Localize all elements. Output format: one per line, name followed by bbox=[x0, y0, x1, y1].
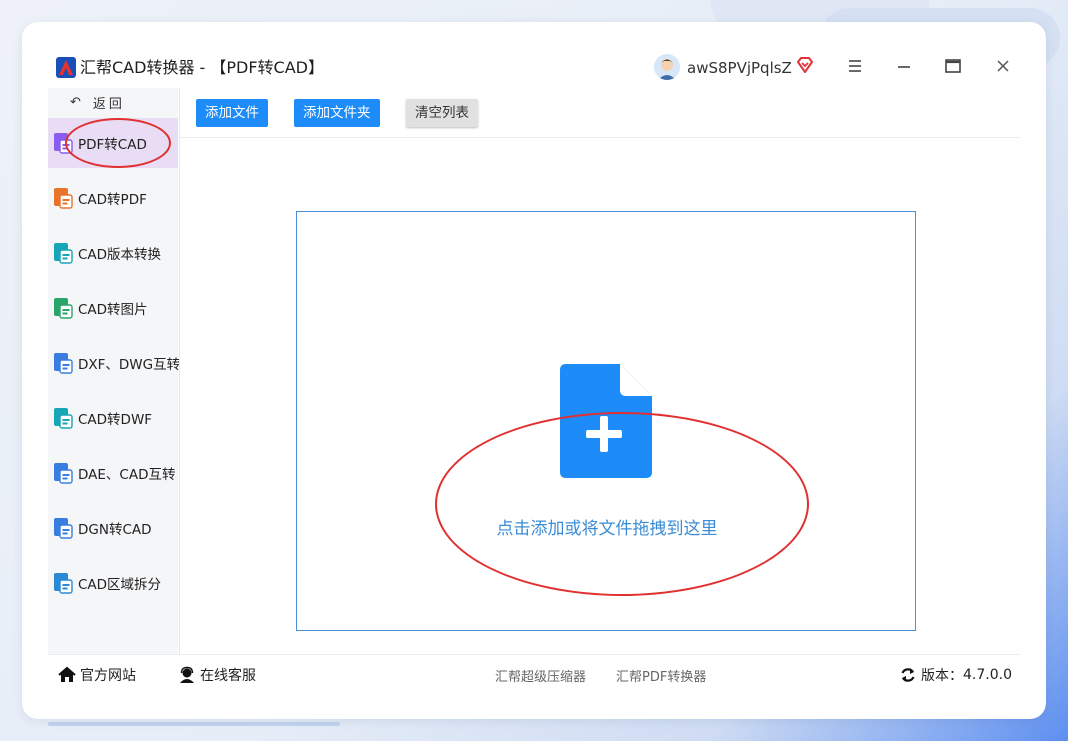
dxf-dwg-convert-icon bbox=[54, 353, 73, 374]
user-avatar[interactable] bbox=[654, 54, 680, 80]
window-title: 汇帮CAD转换器 - 【PDF转CAD】 bbox=[80, 58, 324, 77]
file-drop-zone[interactable]: 点击添加或将文件拖拽到这里 bbox=[296, 211, 916, 631]
add-file-icon[interactable] bbox=[560, 364, 652, 478]
home-icon bbox=[58, 666, 76, 682]
sidebar-item-label: DGN转CAD bbox=[78, 522, 152, 538]
sidebar-item-label: CAD版本转换 bbox=[78, 247, 162, 263]
back-label: 返回 bbox=[92, 96, 125, 112]
cad-to-dwf-icon bbox=[54, 408, 73, 429]
sidebar-item-label: DXF、DWG互转 bbox=[78, 357, 181, 373]
cad-to-image-icon bbox=[54, 298, 73, 319]
official-website-link[interactable]: 官方网站 bbox=[58, 665, 136, 685]
sidebar-item-cad-to-dwf[interactable]: CAD转DWF bbox=[48, 393, 178, 443]
official-website-label: 官方网站 bbox=[80, 668, 136, 684]
pdf-converter-link[interactable]: 汇帮PDF转换器 bbox=[616, 666, 706, 685]
clear-list-button[interactable]: 清空列表 bbox=[406, 99, 478, 127]
sidebar-item-label: CAD转DWF bbox=[78, 412, 153, 428]
sidebar-item-dgn-to-cad[interactable]: DGN转CAD bbox=[48, 503, 178, 553]
customer-service-icon bbox=[180, 666, 194, 683]
cad-to-pdf-icon bbox=[54, 188, 73, 209]
background-line bbox=[48, 722, 340, 726]
version-info[interactable]: 版本： 4.7.0.0 bbox=[900, 665, 1012, 685]
maximize-icon[interactable] bbox=[943, 56, 963, 76]
title-bar[interactable]: 汇帮CAD转换器 - 【PDF转CAD】 awS8PVjPqlsZ bbox=[22, 22, 1046, 92]
close-icon[interactable] bbox=[993, 56, 1013, 76]
sidebar-item-pdf-to-cad[interactable]: PDF转CAD bbox=[48, 118, 178, 168]
sidebar-item-label: CAD转PDF bbox=[78, 192, 147, 208]
sidebar-item-cad-to-image[interactable]: CAD转图片 bbox=[48, 283, 178, 333]
avatar-icon bbox=[654, 54, 680, 80]
sidebar-item-label: DAE、CAD互转 bbox=[78, 467, 176, 483]
compressor-link[interactable]: 汇帮超级压缩器 bbox=[495, 666, 586, 685]
username[interactable]: awS8PVjPqlsZ bbox=[687, 58, 792, 78]
sidebar-item-dae-cad-convert[interactable]: DAE、CAD互转 bbox=[48, 448, 178, 498]
refresh-icon bbox=[901, 668, 915, 682]
back-arrow-icon: ↶ bbox=[70, 94, 81, 110]
drop-hint-text[interactable]: 点击添加或将文件拖拽到这里 bbox=[297, 514, 917, 539]
app-window: 汇帮CAD转换器 - 【PDF转CAD】 awS8PVjPqlsZ ↶ 返回 P… bbox=[22, 22, 1046, 719]
sidebar-item-label: CAD区域拆分 bbox=[78, 577, 162, 593]
back-button[interactable]: ↶ 返回 bbox=[48, 88, 178, 116]
version-label: 版本： bbox=[921, 668, 963, 684]
cad-region-split-icon bbox=[54, 573, 73, 594]
sidebar-item-cad-region-split[interactable]: CAD区域拆分 bbox=[48, 558, 178, 608]
online-support-link[interactable]: 在线客服 bbox=[178, 665, 256, 685]
minimize-icon[interactable] bbox=[894, 56, 914, 76]
pdf-to-cad-icon bbox=[54, 133, 73, 154]
sidebar-divider bbox=[179, 88, 180, 654]
add-file-button[interactable]: 添加文件 bbox=[196, 99, 268, 127]
online-support-label: 在线客服 bbox=[200, 668, 256, 684]
dae-cad-convert-icon bbox=[54, 463, 73, 484]
cad-version-convert-icon bbox=[54, 243, 73, 264]
add-folder-button[interactable]: 添加文件夹 bbox=[294, 99, 380, 127]
version-number: 4.7.0.0 bbox=[963, 667, 1012, 683]
dgn-to-cad-icon bbox=[54, 518, 73, 539]
sidebar-item-label: CAD转图片 bbox=[78, 302, 148, 318]
sidebar-item-label: PDF转CAD bbox=[78, 137, 147, 153]
footer: 官方网站 在线客服 汇帮超级压缩器 汇帮PDF转换器 版本： 4.7.0.0 bbox=[48, 654, 1020, 694]
sidebar-item-dxf-dwg-convert[interactable]: DXF、DWG互转 bbox=[48, 338, 181, 388]
sidebar-item-cad-to-pdf[interactable]: CAD转PDF bbox=[48, 173, 178, 223]
toolbar: 添加文件 添加文件夹 清空列表 bbox=[180, 88, 1020, 138]
app-logo-icon bbox=[56, 57, 76, 78]
menu-icon[interactable] bbox=[845, 56, 865, 76]
vip-diamond-icon[interactable] bbox=[796, 56, 814, 74]
sidebar-item-cad-version-convert[interactable]: CAD版本转换 bbox=[48, 228, 178, 278]
